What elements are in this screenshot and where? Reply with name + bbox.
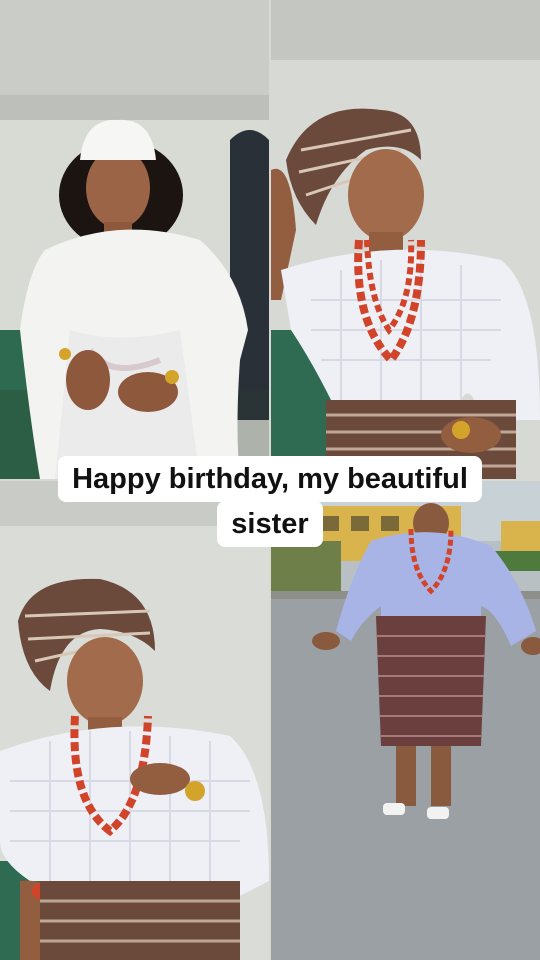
caption-line-2: sister [217, 501, 323, 547]
caption-line-1: Happy birthday, my beautiful [58, 456, 482, 502]
photo-top-left [0, 0, 269, 479]
photo-bottom-right [271, 481, 540, 960]
caption: Happy birthday, my beautiful sister [0, 456, 540, 547]
photo-top-right [271, 0, 540, 479]
photo-bottom-left [0, 481, 269, 960]
